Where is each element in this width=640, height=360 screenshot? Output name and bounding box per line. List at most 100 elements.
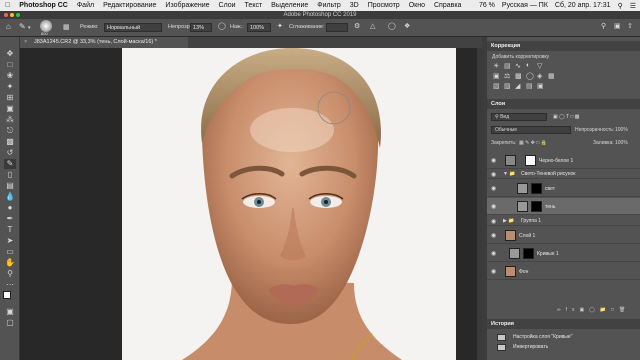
brush-tool-preset-icon[interactable]: ✎ bbox=[19, 22, 26, 31]
corrections-panel-header[interactable]: Коррекция bbox=[487, 41, 640, 51]
move-tool-icon[interactable]: ✥ bbox=[4, 49, 16, 59]
menu-select[interactable]: Выделение bbox=[271, 2, 308, 9]
layer-row[interactable]: ◉ Слой 1 bbox=[487, 227, 640, 244]
gradient-tool-icon[interactable]: ▤ bbox=[4, 181, 16, 191]
layer-kind-filter[interactable]: ⚲ Вид bbox=[491, 113, 547, 121]
layer-group-row[interactable]: ◉ ▶ 📁 Группа 1 bbox=[487, 216, 640, 226]
clock[interactable]: Сб, 20 апр. 17:31 bbox=[555, 2, 611, 9]
marquee-tool-icon[interactable]: □ bbox=[4, 60, 16, 70]
lasso-tool-icon[interactable]: ❀ bbox=[4, 71, 16, 81]
menu-list-icon[interactable]: ☰ bbox=[630, 2, 636, 10]
eraser-tool-icon[interactable]: ▯ bbox=[4, 170, 16, 180]
black-white-icon[interactable]: ▩ bbox=[515, 72, 522, 80]
screen-mode-icon[interactable]: ▢ bbox=[4, 318, 16, 328]
eyedropper-tool-icon[interactable]: ⁂ bbox=[4, 115, 16, 125]
history-item[interactable]: Настройка слоя "Кривые" bbox=[487, 333, 640, 342]
layer-actions-bar[interactable]: ∞fx▣◯📁□🗑 bbox=[557, 307, 630, 313]
visibility-eye-icon[interactable]: ◉ bbox=[491, 218, 496, 225]
keyboard-layout[interactable]: Русская — ПК bbox=[502, 2, 548, 9]
menu-filter[interactable]: Фильтр bbox=[317, 2, 341, 9]
quick-select-tool-icon[interactable]: ✦ bbox=[4, 82, 16, 92]
home-icon[interactable]: ⌂ bbox=[6, 22, 11, 31]
posterize-icon[interactable]: ▨ bbox=[504, 82, 511, 90]
layer-row[interactable]: ◉ Черно-белое 1 bbox=[487, 152, 640, 169]
frame-tool-icon[interactable]: ▣ bbox=[4, 104, 16, 114]
menu-image[interactable]: Изображение bbox=[165, 2, 209, 9]
layers-panel-header[interactable]: Слои bbox=[487, 99, 640, 109]
history-brush-tool-icon[interactable]: ↺ bbox=[4, 148, 16, 158]
visibility-eye-icon[interactable]: ◉ bbox=[491, 185, 496, 192]
visibility-eye-icon[interactable]: ◉ bbox=[491, 232, 496, 239]
menu-window[interactable]: Окно bbox=[409, 2, 425, 9]
menu-file[interactable]: Файл bbox=[77, 2, 94, 9]
exposure-icon[interactable]: ◐ bbox=[526, 62, 530, 69]
foreground-color-swatch[interactable] bbox=[3, 291, 11, 299]
brush-tool-icon[interactable]: ✎ bbox=[4, 159, 16, 169]
menu-help[interactable]: Справка bbox=[434, 2, 461, 9]
layer-row[interactable]: ◉ Фон bbox=[487, 263, 640, 280]
quick-mask-icon[interactable]: ▣ bbox=[4, 307, 16, 317]
folder-open-icon[interactable]: ▼ 📁 bbox=[503, 171, 516, 177]
search-icon[interactable]: ⚲ bbox=[601, 22, 606, 30]
blur-tool-icon[interactable]: 💧 bbox=[4, 192, 16, 202]
threshold-icon[interactable]: ◢ bbox=[515, 82, 520, 90]
layer-row-selected[interactable]: ◉ тень bbox=[487, 198, 640, 215]
fill-value[interactable]: 100% bbox=[615, 140, 628, 146]
angle-icon[interactable]: △ bbox=[370, 22, 375, 30]
visibility-eye-icon[interactable]: ◉ bbox=[491, 250, 496, 257]
mode-select[interactable]: Нормальный bbox=[104, 23, 162, 32]
filter-icons[interactable]: ▣ ◯ T □ ▩ bbox=[553, 114, 580, 120]
healing-brush-tool-icon[interactable]: ⎋ bbox=[4, 126, 16, 136]
visibility-eye-icon[interactable]: ◉ bbox=[491, 203, 496, 210]
history-item[interactable]: Инвертировать bbox=[487, 343, 640, 352]
apple-icon[interactable]:  bbox=[5, 2, 10, 9]
portrait-photo[interactable] bbox=[122, 48, 456, 360]
pressure-opacity-icon[interactable]: ◯ bbox=[218, 22, 226, 30]
menu-text[interactable]: Текст bbox=[245, 2, 263, 9]
channel-mixer-icon[interactable]: ◈ bbox=[537, 72, 542, 80]
stamp-tool-icon[interactable]: ▩ bbox=[4, 137, 16, 147]
pen-tool-icon[interactable]: ✒ bbox=[4, 214, 16, 224]
menu-app-name[interactable]: Photoshop CC bbox=[19, 2, 68, 9]
layer-opacity-value[interactable]: 100% bbox=[615, 127, 628, 133]
brightness-icon[interactable]: ☀ bbox=[493, 62, 499, 70]
blend-mode-select[interactable]: Обычные bbox=[491, 126, 571, 134]
visibility-eye-icon[interactable]: ◉ bbox=[491, 157, 496, 164]
lock-icons[interactable]: ▦ ✎ ✥ □ 🔒 bbox=[519, 140, 547, 146]
menu-layers[interactable]: Слои bbox=[219, 2, 236, 9]
hand-tool-icon[interactable]: ✋ bbox=[4, 258, 16, 268]
menu-view[interactable]: Просмотр bbox=[368, 2, 400, 9]
layer-group-row[interactable]: ◉ ▼ 📁 Свето-Теневой рисунок bbox=[487, 169, 640, 179]
more-tools-icon[interactable]: ⋯ bbox=[4, 280, 16, 290]
zoom-tool-icon[interactable]: ⚲ bbox=[4, 269, 16, 279]
minimize-window-button[interactable] bbox=[10, 13, 14, 17]
layer-row[interactable]: ◉ свет bbox=[487, 180, 640, 197]
shape-tool-icon[interactable]: ▭ bbox=[4, 247, 16, 257]
levels-icon[interactable]: ▤ bbox=[504, 62, 511, 70]
symmetry-icon[interactable]: ❖ bbox=[404, 22, 410, 30]
invert-icon[interactable]: ▧ bbox=[493, 82, 500, 90]
document-tab[interactable]: × J83A1245.CR2 @ 33,3% (тень, Слой-маска… bbox=[20, 37, 188, 48]
share-icon[interactable]: ⇧ bbox=[627, 22, 633, 30]
hue-saturation-icon[interactable]: ▣ bbox=[493, 72, 500, 80]
zoom-window-button[interactable] bbox=[16, 13, 20, 17]
dodge-tool-icon[interactable]: ● bbox=[4, 203, 16, 213]
close-window-button[interactable] bbox=[4, 13, 8, 17]
pressure-size-icon[interactable]: ◯ bbox=[388, 22, 396, 30]
smoothing-input[interactable] bbox=[326, 23, 348, 32]
search-icon[interactable]: ⚲ bbox=[618, 2, 623, 10]
vibrance-icon[interactable]: ▽ bbox=[537, 62, 542, 70]
chevron-down-icon[interactable]: ▾ bbox=[28, 25, 31, 31]
brush-panel-icon[interactable]: ▦ bbox=[63, 23, 70, 31]
curves-icon[interactable]: ∿ bbox=[515, 62, 521, 70]
visibility-eye-icon[interactable]: ◉ bbox=[491, 171, 496, 178]
crop-tool-icon[interactable]: ⊞ bbox=[4, 93, 16, 103]
selective-color-icon[interactable]: ▣ bbox=[537, 82, 544, 90]
workspace-icon[interactable]: ▣ bbox=[614, 22, 621, 30]
smoothing-settings-icon[interactable]: ⚙ bbox=[354, 22, 360, 30]
opacity-input[interactable]: 13% bbox=[190, 23, 212, 32]
color-lookup-icon[interactable]: ▦ bbox=[548, 72, 555, 80]
pressure-input[interactable]: 100% bbox=[247, 23, 271, 32]
path-select-tool-icon[interactable]: ➤ bbox=[4, 236, 16, 246]
menu-3d[interactable]: 3D bbox=[350, 2, 359, 9]
